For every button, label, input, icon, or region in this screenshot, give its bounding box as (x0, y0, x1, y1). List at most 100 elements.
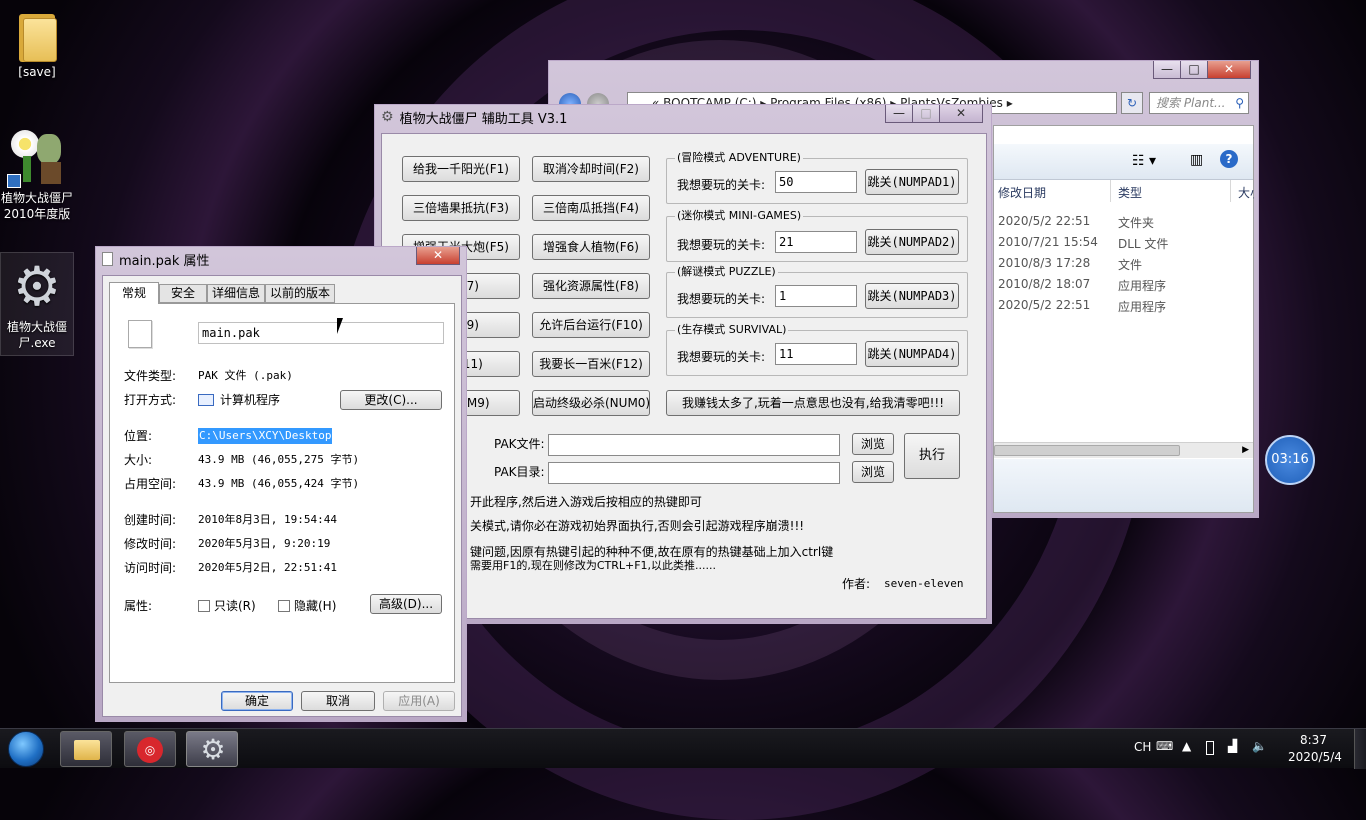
dialog-title: main.pak 属性 (119, 253, 210, 269)
skip-puzzle-button[interactable]: 跳关(NUMPAD3) (865, 283, 959, 309)
input-language[interactable]: CH (1134, 740, 1151, 754)
readonly-checkbox[interactable]: 只读(R) (198, 598, 256, 614)
tab-previous-versions[interactable]: 以前的版本 (265, 284, 335, 303)
cancel-cooldown-button[interactable]: 取消冷却时间(F2) (532, 156, 650, 182)
gear-icon: ⚙ (200, 733, 226, 766)
background-run-button[interactable]: 允许后台运行(F10) (532, 312, 650, 338)
hidden-checkbox[interactable]: 隐藏(H) (278, 598, 336, 614)
location-value[interactable]: C:\Users\XCY\Desktop (198, 428, 333, 444)
taskbar-netease-music[interactable]: ◎ (124, 731, 176, 767)
minimize-button[interactable]: — (885, 105, 913, 123)
puzzle-level-input[interactable]: 1 (775, 285, 857, 307)
apply-button[interactable]: 应用(A) (383, 691, 455, 711)
survival-level-input[interactable]: 11 (775, 343, 857, 365)
size-value: 43.9 MB (46,055,275 字节) (198, 453, 360, 466)
battery-icon[interactable] (1206, 741, 1214, 755)
window-title: 植物大战僵尸 辅助工具 V3.1 (399, 111, 568, 127)
ok-button[interactable]: 确定 (221, 691, 293, 711)
view-menu-icon[interactable]: ☷ ▾ (1132, 153, 1156, 169)
clear-money-button[interactable]: 我赚钱太多了,玩着一点意思也没有,给我清零吧!!! (666, 390, 960, 416)
tab-security[interactable]: 安全 (159, 284, 207, 303)
adventure-level-input[interactable]: 50 (775, 171, 857, 193)
disk-size-value: 43.9 MB (46,055,424 字节) (198, 477, 360, 490)
close-button[interactable]: ✕ (939, 105, 983, 123)
execute-button[interactable]: 执行 (904, 433, 960, 479)
table-row[interactable]: 2020/5/2 22:51 文件夹 (998, 214, 1248, 230)
column-header-type[interactable]: 类型 (1118, 184, 1142, 201)
table-row[interactable]: 2010/7/21 15:54 DLL 文件 (998, 235, 1248, 251)
table-row[interactable]: 2020/5/2 22:51 应用程序 (998, 298, 1248, 314)
desktop-icon-pvz-shortcut[interactable]: 植物大战僵尸2010年度版 (0, 128, 74, 222)
music-app-icon: ◎ (137, 737, 163, 763)
start-button[interactable] (8, 731, 44, 767)
gear-icon: ⚙ (12, 255, 62, 318)
created-value: 2010年8月3日, 19:54:44 (198, 513, 337, 526)
folder-icon (74, 740, 100, 760)
browse-file-button[interactable]: 浏览 (852, 433, 894, 455)
ultimate-kill-button[interactable]: 启动终级必杀(NUM0) (532, 390, 650, 416)
search-icon: ⚲ (1235, 96, 1244, 110)
general-tab-panel: main.pak 文件类型: PAK 文件 (.pak) 打开方式: 计算机程序… (109, 303, 455, 683)
preview-pane-icon[interactable]: ▥ (1190, 152, 1203, 168)
close-button[interactable]: ✕ (416, 247, 460, 265)
maximize-button[interactable]: □ (912, 105, 940, 123)
modified-value: 2020年5月3日, 9:20:19 (198, 537, 331, 550)
help-icon[interactable]: ? (1220, 150, 1238, 168)
clock-date[interactable]: 2020/5/4 (1288, 750, 1342, 764)
grow-tall-button[interactable]: 我要长一百米(F12) (532, 351, 650, 377)
cancel-button[interactable]: 取消 (301, 691, 375, 711)
tab-general[interactable]: 常规 (109, 282, 159, 304)
column-header-size[interactable]: 大小 (1238, 184, 1254, 201)
change-button[interactable]: 更改(C)... (340, 390, 442, 410)
tray-expand-icon[interactable]: ▲ (1182, 739, 1191, 753)
pak-file-label: PAK文件: (494, 437, 545, 451)
survival-group: (生存模式 SURVIVAL) 我想要玩的关卡: 11 跳关(NUMPAD4) (666, 323, 968, 376)
explorer-content: ☷ ▾ ▥ ? 修改日期 类型 大小 2020/5/2 22:51文件夹 201… (993, 125, 1254, 513)
properties-dialog[interactable]: main.pak 属性 ✕ 常规 安全 详细信息 以前的版本 main.pak … (95, 246, 467, 722)
minigames-level-input[interactable]: 21 (775, 231, 857, 253)
skip-minigames-button[interactable]: 跳关(NUMPAD2) (865, 229, 959, 255)
trainer-client: 给我一千阳光(F1) 取消冷却时间(F2) 三倍墙果抵抗(F3) 三倍南瓜抵挡(… (381, 133, 987, 619)
pak-dir-label: PAK目录: (494, 465, 545, 479)
file-icon (102, 252, 113, 266)
pak-dir-input[interactable] (548, 462, 840, 484)
filename-input[interactable]: main.pak (198, 322, 444, 344)
open-with-value: 计算机程序 (220, 393, 281, 407)
sun-1000-button[interactable]: 给我一千阳光(F1) (402, 156, 520, 182)
skip-survival-button[interactable]: 跳关(NUMPAD4) (865, 341, 959, 367)
volume-icon[interactable]: 🔈 (1252, 739, 1267, 753)
clock-time[interactable]: 8:37 (1300, 733, 1327, 747)
desktop-icon-save-folder[interactable]: [save] (0, 8, 74, 80)
column-header-date[interactable]: 修改日期 (998, 184, 1046, 201)
explorer-toolbar: ☷ ▾ ▥ ? (994, 144, 1253, 180)
close-button[interactable]: ✕ (1207, 61, 1251, 79)
refresh-button[interactable]: ↻ (1121, 92, 1143, 114)
floating-timer[interactable]: 03:16 (1265, 435, 1315, 485)
skip-adventure-button[interactable]: 跳关(NUMPAD1) (865, 169, 959, 195)
tab-details[interactable]: 详细信息 (207, 284, 265, 303)
taskbar-explorer[interactable] (60, 731, 112, 767)
triple-pumpkin-button[interactable]: 三倍南瓜抵挡(F4) (532, 195, 650, 221)
maximize-button[interactable]: □ (1180, 61, 1208, 79)
gear-icon: ⚙ (381, 109, 394, 125)
table-row[interactable]: 2010/8/3 17:28 文件 (998, 256, 1248, 272)
properties-client: 常规 安全 详细信息 以前的版本 main.pak 文件类型: PAK 文件 (… (102, 275, 462, 717)
adventure-group: (冒险模式 ADVENTURE) 我想要玩的关卡: 50 跳关(NUMPAD1) (666, 151, 968, 204)
keyboard-icon[interactable]: ⌨ (1156, 739, 1173, 753)
scroll-right-icon[interactable]: ▶ (1242, 443, 1249, 458)
author-label: 作者: (842, 577, 871, 591)
browse-dir-button[interactable]: 浏览 (852, 461, 894, 483)
chomper-button[interactable]: 增强食人植物(F6) (532, 234, 650, 260)
resource-boost-button[interactable]: 强化资源属性(F8) (532, 273, 650, 299)
signal-icon[interactable]: ▟ (1228, 739, 1237, 753)
advanced-button[interactable]: 高级(D)... (370, 594, 442, 614)
pak-file-input[interactable] (548, 434, 840, 456)
search-input[interactable]: 搜索 Plant... ⚲ (1149, 92, 1249, 114)
minimize-button[interactable]: — (1153, 61, 1181, 79)
show-desktop-button[interactable] (1354, 729, 1366, 769)
desktop-icon-pvz-exe[interactable]: ⚙ 植物大战僵尸.exe (0, 252, 74, 356)
taskbar-trainer[interactable]: ⚙ (186, 731, 238, 767)
triple-wallnut-button[interactable]: 三倍墙果抵抗(F3) (402, 195, 520, 221)
horizontal-scrollbar[interactable]: ▶ (994, 442, 1253, 458)
table-row[interactable]: 2010/8/2 18:07 应用程序 (998, 277, 1248, 293)
